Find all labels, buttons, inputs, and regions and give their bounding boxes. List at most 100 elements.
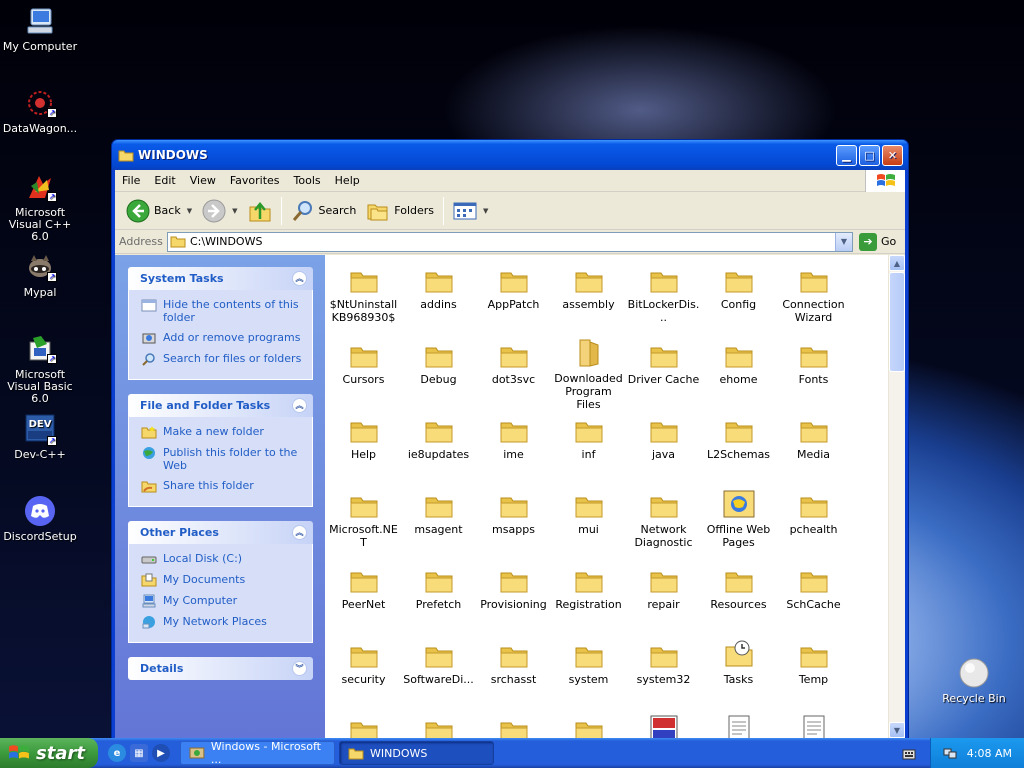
place-local-disk[interactable]: Local Disk (C:) xyxy=(141,552,304,566)
folder-item[interactable]: Microsoft.NET xyxy=(326,484,401,559)
folder-item-partial[interactable] xyxy=(776,709,851,738)
other-places-header[interactable]: Other Places ︽ xyxy=(128,521,313,544)
folder-item[interactable]: Connection Wizard xyxy=(776,259,851,334)
menu-view[interactable]: View xyxy=(183,174,223,187)
folder-item[interactable]: Downloaded Program Files xyxy=(551,334,626,409)
place-my-documents[interactable]: My Documents xyxy=(141,573,304,587)
task-add-remove-programs[interactable]: Add or remove programs xyxy=(141,331,304,345)
scroll-up-button[interactable]: ▲ xyxy=(889,255,905,271)
menu-help[interactable]: Help xyxy=(328,174,367,187)
address-input[interactable]: C:\WINDOWS ▼ xyxy=(167,231,853,252)
folder-item[interactable]: ie8updates xyxy=(401,409,476,484)
scroll-down-button[interactable]: ▼ xyxy=(889,722,905,738)
folder-item-partial[interactable] xyxy=(626,709,701,738)
explorer-window[interactable]: WINDOWS ▁ □ ✕ File Edit View Favorites T… xyxy=(111,139,909,739)
scroll-thumb[interactable] xyxy=(889,272,905,372)
taskbar-button-windows-folder[interactable]: WINDOWS xyxy=(339,741,494,765)
folder-item[interactable]: Tasks xyxy=(701,634,776,709)
up-folder-button[interactable] xyxy=(243,196,277,226)
collapse-icon[interactable]: ︽ xyxy=(292,525,307,540)
back-button[interactable]: Back ▼ xyxy=(121,196,197,226)
folder-item[interactable]: SoftwareDi... xyxy=(401,634,476,709)
taskbar-button-windows-microsoft[interactable]: Windows - Microsoft ... xyxy=(180,740,335,766)
folder-item[interactable]: srchasst xyxy=(476,634,551,709)
desktop-icon-visual-cpp[interactable]: ↗ Microsoft Visual C++ 6.0 xyxy=(0,170,80,243)
folder-item[interactable]: dot3svc xyxy=(476,334,551,409)
desktop-icon-dev-cpp[interactable]: DEV ↗ Dev-C++ xyxy=(0,412,80,461)
folder-item[interactable]: ehome xyxy=(701,334,776,409)
folder-item-partial[interactable] xyxy=(701,709,776,738)
address-dropdown-button[interactable]: ▼ xyxy=(835,232,852,251)
network-icon[interactable] xyxy=(943,746,957,760)
folder-item[interactable]: msapps xyxy=(476,484,551,559)
folder-item[interactable]: inf xyxy=(551,409,626,484)
folder-item[interactable]: Cursors xyxy=(326,334,401,409)
views-button[interactable]: ▼ xyxy=(448,196,493,226)
show-desktop-icon[interactable]: ▦ xyxy=(130,744,148,762)
menu-favorites[interactable]: Favorites xyxy=(223,174,287,187)
folder-item[interactable]: msagent xyxy=(401,484,476,559)
folder-item[interactable]: BitLockerDis... xyxy=(626,259,701,334)
folders-button[interactable]: Folders xyxy=(361,196,439,226)
desktop-icon-my-computer[interactable]: My Computer xyxy=(0,4,80,53)
folder-item-partial[interactable] xyxy=(551,709,626,738)
title-bar[interactable]: WINDOWS ▁ □ ✕ xyxy=(112,140,908,170)
folder-item[interactable]: security xyxy=(326,634,401,709)
folder-item[interactable]: java xyxy=(626,409,701,484)
desktop-icon-datawagon[interactable]: ↗ DataWagon... xyxy=(0,86,80,135)
media-player-icon[interactable]: ▶ xyxy=(152,744,170,762)
menu-tools[interactable]: Tools xyxy=(287,174,328,187)
folder-item[interactable]: assembly xyxy=(551,259,626,334)
folder-item[interactable]: Config xyxy=(701,259,776,334)
search-button[interactable]: Search xyxy=(286,196,362,226)
collapse-icon[interactable]: ︽ xyxy=(292,271,307,286)
menu-file[interactable]: File xyxy=(115,174,147,187)
expand-icon[interactable]: ︾ xyxy=(292,661,307,676)
folder-item[interactable]: repair xyxy=(626,559,701,634)
folder-item[interactable]: Help xyxy=(326,409,401,484)
collapse-icon[interactable]: ︽ xyxy=(292,398,307,413)
folder-item[interactable]: Debug xyxy=(401,334,476,409)
desktop-icon-visual-basic[interactable]: ↗ Microsoft Visual Basic 6.0 xyxy=(0,332,80,405)
file-list-pane[interactable]: $NtUninstallKB968930$ addins AppPatch assem… xyxy=(325,255,905,738)
go-button[interactable]: ➔ Go xyxy=(857,232,896,251)
folder-item[interactable]: system32 xyxy=(626,634,701,709)
file-folder-tasks-header[interactable]: File and Folder Tasks ︽ xyxy=(128,394,313,417)
keyboard-icon[interactable] xyxy=(902,747,916,761)
folder-item[interactable]: Media xyxy=(776,409,851,484)
folder-item[interactable]: addins xyxy=(401,259,476,334)
folder-item[interactable]: Fonts xyxy=(776,334,851,409)
folder-item[interactable]: Prefetch xyxy=(401,559,476,634)
folder-item[interactable]: AppPatch xyxy=(476,259,551,334)
folder-item[interactable]: PeerNet xyxy=(326,559,401,634)
chevron-down-icon[interactable]: ▼ xyxy=(232,207,237,215)
maximize-button[interactable]: □ xyxy=(859,144,880,166)
folder-item-partial[interactable] xyxy=(476,709,551,738)
forward-button[interactable]: ▼ xyxy=(197,196,242,226)
folder-item[interactable]: mui xyxy=(551,484,626,559)
vertical-scrollbar[interactable]: ▲ ▼ xyxy=(888,255,905,738)
task-share-folder[interactable]: Share this folder xyxy=(141,479,304,493)
desktop-icon-mypal[interactable]: ↗ Mypal xyxy=(0,250,80,299)
clock[interactable]: 4:08 AM xyxy=(967,747,1012,760)
folder-item[interactable]: SchCache xyxy=(776,559,851,634)
folder-item[interactable]: pchealth xyxy=(776,484,851,559)
folder-item[interactable]: system xyxy=(551,634,626,709)
folder-item[interactable]: $NtUninstallKB968930$ xyxy=(326,259,401,334)
folder-item-partial[interactable] xyxy=(326,709,401,738)
folder-item-partial[interactable] xyxy=(401,709,476,738)
details-header[interactable]: Details ︾ xyxy=(128,657,313,680)
place-my-network-places[interactable]: My Network Places xyxy=(141,615,304,629)
task-publish-web[interactable]: Publish this folder to the Web xyxy=(141,446,304,472)
folder-item[interactable]: ime xyxy=(476,409,551,484)
task-hide-contents[interactable]: Hide the contents of this folder xyxy=(141,298,304,324)
desktop-icon-recycle-bin[interactable]: Recycle Bin xyxy=(934,656,1014,705)
system-tasks-header[interactable]: System Tasks ︽ xyxy=(128,267,313,290)
ie-icon[interactable]: e xyxy=(108,744,126,762)
folder-item[interactable]: Network Diagnostic xyxy=(626,484,701,559)
folder-item[interactable]: Resources xyxy=(701,559,776,634)
chevron-down-icon[interactable]: ▼ xyxy=(187,207,192,215)
folder-item[interactable]: Registration xyxy=(551,559,626,634)
minimize-button[interactable]: ▁ xyxy=(836,144,857,166)
start-button[interactable]: start xyxy=(0,738,98,768)
